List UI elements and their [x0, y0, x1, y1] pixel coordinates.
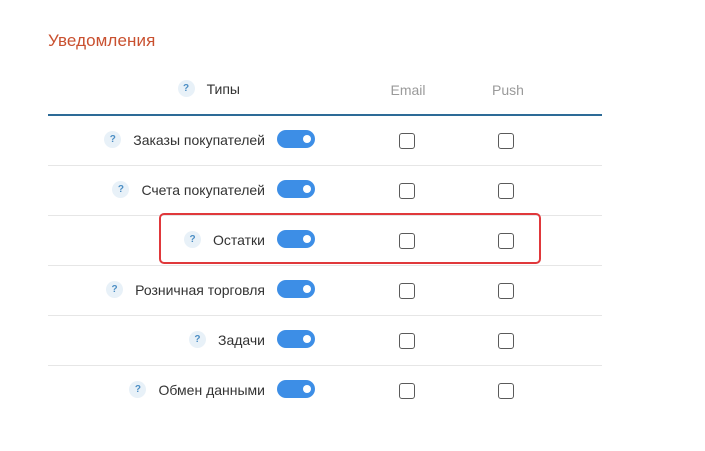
- table-row: ? Обмен данными: [48, 366, 602, 415]
- push-checkbox[interactable]: [498, 333, 514, 349]
- email-checkbox[interactable]: [399, 383, 415, 399]
- row-label: Розничная торговля: [135, 281, 265, 298]
- enable-toggle[interactable]: [277, 130, 315, 148]
- help-icon[interactable]: ?: [184, 231, 202, 248]
- row-label: Заказы покупателей: [133, 131, 265, 148]
- help-icon[interactable]: ?: [112, 181, 130, 198]
- push-checkbox[interactable]: [498, 383, 514, 399]
- section-title: Уведомления: [48, 31, 156, 50]
- help-icon[interactable]: ?: [104, 131, 122, 148]
- row-label-group: ? Задачи: [188, 331, 265, 348]
- row-label-group: ? Обмен данными: [129, 381, 265, 398]
- table-row: ? Остатки: [48, 216, 602, 266]
- table-row: ? Задачи: [48, 316, 602, 366]
- help-icon[interactable]: ?: [188, 331, 206, 348]
- table-row: ? Розничная торговля: [48, 266, 602, 316]
- row-label-group: ? Остатки: [184, 231, 265, 248]
- table-row: ? Счета покупателей: [48, 166, 602, 216]
- push-checkbox[interactable]: [498, 283, 514, 299]
- row-label-group: ? Заказы покупателей: [104, 131, 265, 148]
- help-icon[interactable]: ?: [106, 281, 124, 298]
- row-label: Остатки: [213, 231, 265, 248]
- enable-toggle[interactable]: [277, 380, 315, 398]
- row-label-group: ? Розничная торговля: [106, 281, 265, 298]
- push-checkbox[interactable]: [498, 133, 514, 149]
- row-label-group: ? Счета покупателей: [112, 181, 265, 198]
- header-types: ? Типы: [177, 80, 240, 97]
- email-checkbox[interactable]: [399, 133, 415, 149]
- push-checkbox[interactable]: [498, 183, 514, 199]
- enable-toggle[interactable]: [277, 280, 315, 298]
- header-email: Email: [390, 82, 426, 98]
- enable-toggle[interactable]: [277, 330, 315, 348]
- header-types-label: Типы: [206, 80, 240, 97]
- table-header: ? Типы Email Push: [48, 64, 602, 116]
- email-checkbox[interactable]: [399, 333, 415, 349]
- notifications-page: Уведомления ? Типы Email Push ? Заказы п…: [0, 0, 705, 451]
- help-icon[interactable]: ?: [177, 80, 195, 97]
- row-label: Обмен данными: [158, 381, 265, 398]
- row-label: Задачи: [217, 331, 265, 348]
- push-checkbox[interactable]: [498, 233, 514, 249]
- enable-toggle[interactable]: [277, 230, 315, 248]
- email-checkbox[interactable]: [399, 233, 415, 249]
- enable-toggle[interactable]: [277, 180, 315, 198]
- table-row: ? Заказы покупателей: [48, 116, 602, 166]
- email-checkbox[interactable]: [399, 183, 415, 199]
- header-push: Push: [492, 82, 524, 98]
- row-label: Счета покупателей: [141, 181, 265, 198]
- help-icon[interactable]: ?: [129, 381, 147, 398]
- notifications-table: ? Типы Email Push ? Заказы покупателей ?…: [48, 64, 602, 415]
- email-checkbox[interactable]: [399, 283, 415, 299]
